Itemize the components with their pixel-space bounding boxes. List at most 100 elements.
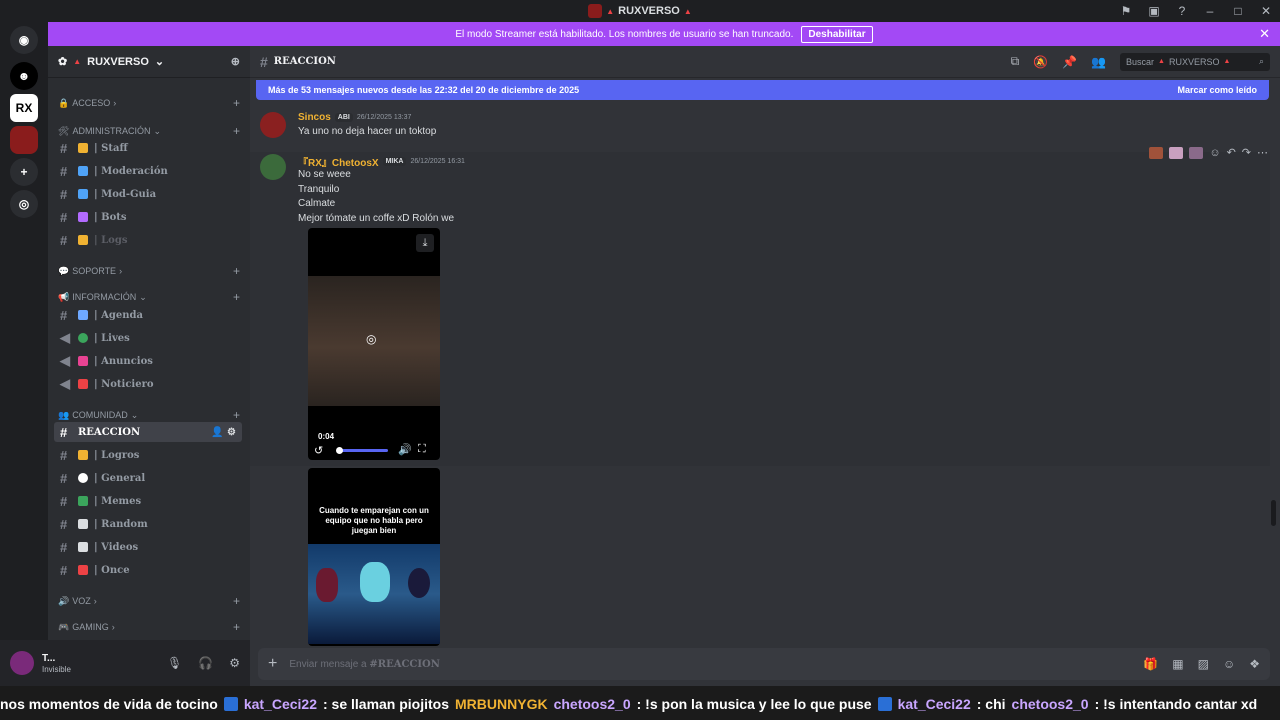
category-soporte[interactable]: 💬 SOPORTE › + [58, 264, 240, 278]
message-composer[interactable]: + Enviar mensaje a #REACCION 🎁 ▦ ▨ ☺ ❖ [258, 648, 1270, 680]
category-voz[interactable]: 🔊 VOZ › + [58, 594, 240, 608]
channel-reaccion[interactable]: # REACCION 👤 ⚙ [54, 422, 242, 442]
replay-icon[interactable]: ↺ [314, 444, 323, 457]
emoji-icon[interactable]: ☺ [1223, 657, 1235, 671]
server-icon [588, 4, 603, 18]
add-channel-icon[interactable]: + [233, 264, 240, 278]
message-text: Calmate [298, 198, 336, 209]
volume-icon[interactable]: 🔊 [398, 443, 412, 456]
notification-bell-icon[interactable]: 🔕 [1033, 55, 1048, 69]
attach-plus-icon[interactable]: + [268, 655, 277, 673]
server-icon-raccoon[interactable]: ☻ [10, 62, 38, 90]
add-channel-icon[interactable]: + [233, 290, 240, 304]
composer-channel: #REACCION [369, 658, 440, 670]
avatar[interactable] [260, 112, 286, 138]
sticker-icon[interactable]: ▨ [1198, 657, 1209, 671]
video-attachment[interactable]: ⤓ ◎ 0:04 ↺ 🔊 ⛶ [308, 228, 440, 460]
channel-logs[interactable]: # | Logs [54, 230, 242, 250]
new-messages-bar[interactable]: Más de 53 mensajes nuevos desde las 22:3… [256, 80, 1269, 100]
gear-icon[interactable]: ⚙ [227, 427, 236, 438]
channel-anuncios[interactable]: ◀ | Anuncios [54, 351, 242, 371]
channel-random[interactable]: # | Random [54, 514, 242, 534]
channel-noticiero[interactable]: ◀ | Noticiero [54, 374, 242, 394]
message-author[interactable]: 『RX』ChetoosX [298, 154, 379, 169]
discord-home-icon[interactable]: ◉ [10, 26, 38, 54]
gear-icon[interactable]: ⚙ [229, 656, 240, 670]
server-icon-rx[interactable]: RX [10, 94, 38, 122]
inbox-icon[interactable]: ▣ [1140, 4, 1168, 18]
add-channel-icon[interactable]: + [233, 96, 240, 110]
apps-icon[interactable]: ❖ [1249, 657, 1260, 671]
disable-streamer-button[interactable]: Deshabilitar [801, 25, 873, 43]
close-window-button[interactable]: ✕ [1252, 4, 1280, 18]
search-input[interactable]: Buscar ▲ RUXVERSO ▲ ⌕ [1120, 52, 1270, 71]
gift-icon[interactable]: 🎁 [1143, 657, 1158, 671]
close-icon[interactable]: ✕ [1259, 26, 1270, 42]
channel-bots[interactable]: # | Bots [54, 207, 242, 227]
invite-icon[interactable]: 👤 [211, 427, 223, 438]
reaction-emoji-icon[interactable] [1169, 146, 1184, 159]
video-progress-bar[interactable] [336, 447, 388, 454]
channel-lives[interactable]: ◀ | Lives [54, 328, 242, 348]
download-icon[interactable]: ⤓ [416, 234, 434, 252]
ticker-text: : !s pon la musica y lee lo que puse [636, 696, 872, 712]
member-list-icon[interactable]: 👥 [1091, 55, 1106, 69]
add-server-icon[interactable]: + [10, 158, 38, 186]
fullscreen-icon[interactable]: ⛶ [418, 443, 426, 456]
ticker-username: chetoos2_0 [553, 696, 631, 712]
add-channel-icon[interactable]: + [233, 124, 240, 138]
channel-logros[interactable]: # | Logros [54, 445, 242, 465]
invite-icon[interactable]: ⊕ [231, 55, 240, 68]
twitch-icon [877, 697, 892, 711]
channel-memes[interactable]: # | Memes [54, 491, 242, 511]
ticker-text: : !s intentando cantar xd [1094, 696, 1258, 712]
progress-handle[interactable] [336, 447, 343, 454]
more-icon[interactable]: ⋯ [1257, 146, 1268, 159]
message-author[interactable]: Sincos [298, 112, 331, 123]
minimize-button[interactable]: – [1196, 4, 1224, 18]
add-reaction-icon[interactable]: ☺ [1209, 147, 1220, 159]
server-header[interactable]: ✿ ▲ RUXVERSO ⌄ ⊕ [48, 46, 250, 78]
threads-icon[interactable]: ⧉ [1011, 54, 1020, 69]
channel-agenda[interactable]: # | Agenda [54, 305, 242, 325]
category-gaming[interactable]: 🎮 GAMING › + [58, 620, 240, 634]
add-channel-icon[interactable]: + [233, 408, 240, 422]
gif-icon[interactable]: ▦ [1172, 657, 1183, 671]
channel-once[interactable]: # | Once [54, 560, 242, 580]
server-icon-ruxverso[interactable] [10, 126, 38, 154]
category-emoji-icon: 🛠 [58, 125, 70, 136]
pin-icon[interactable]: 📌 [1062, 55, 1077, 69]
explore-icon[interactable]: ◎ [10, 190, 38, 218]
category-informacion[interactable]: 📢 INFORMACIÓN ⌄ + [58, 290, 240, 304]
avatar[interactable] [260, 154, 286, 180]
channel-staff[interactable]: # | Staff [54, 138, 242, 158]
microphone-icon[interactable]: 🎙 [167, 656, 182, 670]
category-administracion[interactable]: 🛠 ADMINISTRACIÓN ⌄ + [58, 124, 240, 138]
category-comunidad[interactable]: 👥 COMUNIDAD ⌄ + [58, 408, 240, 422]
add-channel-icon[interactable]: + [233, 594, 240, 608]
add-channel-icon[interactable]: + [233, 620, 240, 634]
maximize-button[interactable]: □ [1224, 4, 1252, 18]
character-figure [408, 568, 430, 598]
channel-title: REACCION [273, 56, 336, 67]
category-acceso[interactable]: 🔒 ACCESO › + [58, 96, 240, 110]
avatar[interactable] [10, 651, 34, 675]
channel-label: | Noticiero [94, 378, 154, 390]
ticker-username: MRBUNNYGK [455, 696, 548, 712]
channel-videos[interactable]: # | Videos [54, 537, 242, 557]
channel-header: # REACCION ⧉ 🔕 📌 👥 Buscar ▲ RUXVERSO ▲ ⌕ [250, 46, 1280, 78]
channel-general[interactable]: # | General [54, 468, 242, 488]
headphones-icon[interactable]: 🎧 [198, 656, 213, 670]
reaction-emoji-icon[interactable] [1149, 146, 1164, 159]
channel-mod-guia[interactable]: # | Mod-Guia [54, 184, 242, 204]
video-attachment[interactable]: Cuando te emparejan con un equipo que no… [308, 468, 440, 646]
forward-icon[interactable]: ↷ [1242, 146, 1251, 159]
channel-moderacion[interactable]: # | Moderación [54, 161, 242, 181]
reply-icon[interactable]: ↶ [1227, 146, 1236, 159]
reaction-emoji-icon[interactable] [1189, 146, 1204, 159]
mark-as-read-button[interactable]: Marcar como leído [1177, 85, 1257, 95]
chat-scrollbar[interactable] [1271, 500, 1276, 526]
inbox-flag-icon[interactable]: ⚑ [1112, 4, 1140, 18]
book-emoji-icon [78, 189, 88, 199]
help-icon[interactable]: ? [1168, 4, 1196, 18]
